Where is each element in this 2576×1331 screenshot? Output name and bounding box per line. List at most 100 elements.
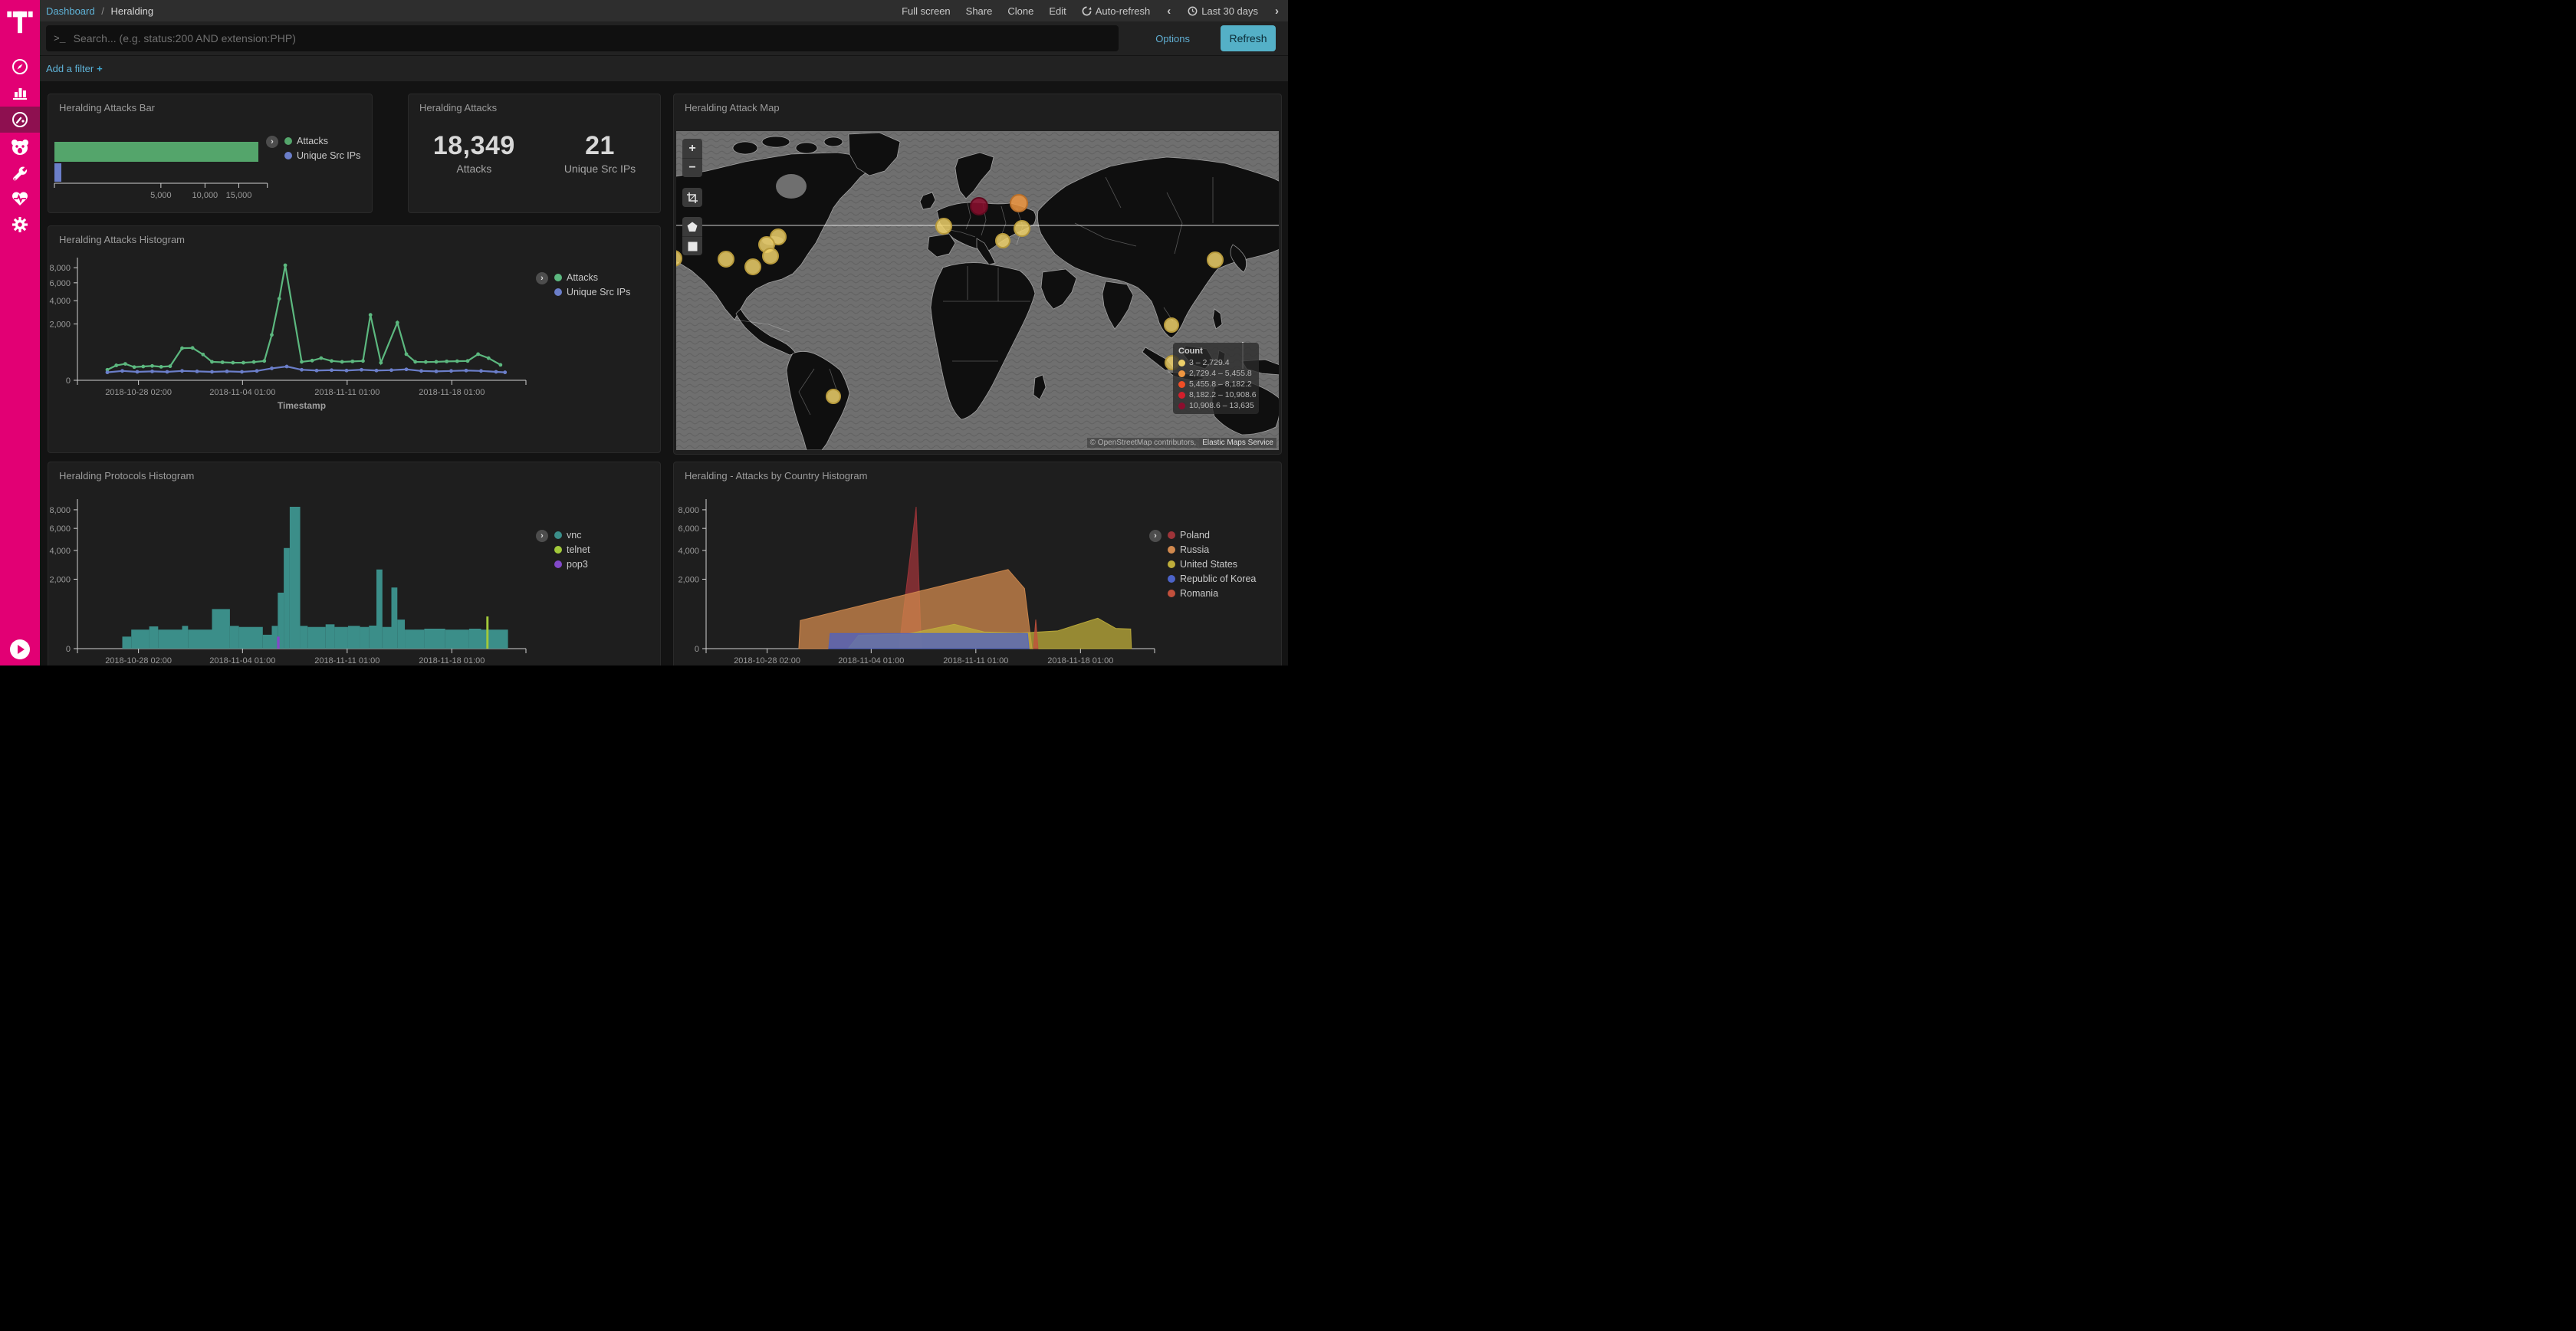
sidebar-item-discover[interactable] [0, 54, 40, 80]
sidebar-item-devtools[interactable] [0, 161, 40, 187]
map-dot[interactable] [1010, 195, 1027, 212]
options-link[interactable]: Options [1155, 33, 1190, 44]
sidebar [0, 0, 40, 666]
legend-item[interactable]: Unique Src IPs [284, 150, 360, 161]
data-point [169, 364, 172, 368]
data-point [180, 369, 184, 373]
map-dot[interactable] [1014, 221, 1030, 236]
data-point [166, 370, 169, 374]
polygon-icon [687, 222, 698, 232]
bar-vnc [392, 587, 398, 649]
edit-button[interactable]: Edit [1049, 5, 1066, 17]
data-point [479, 369, 483, 373]
map-legend-range: 2,729.4 – 5,455.8 [1189, 369, 1252, 378]
map-island [796, 143, 817, 153]
bar-vnc [376, 570, 383, 649]
time-forward-button[interactable]: › [1273, 5, 1280, 18]
map-dot[interactable] [996, 234, 1010, 248]
map-zoom-out-button[interactable]: − [682, 158, 702, 177]
legend-item[interactable]: vnc [554, 530, 590, 541]
legend-toggle-icon[interactable]: › [536, 272, 548, 284]
metric-attacks: 18,349 Attacks [433, 131, 515, 175]
legend-item[interactable]: Unique Src IPs [554, 287, 630, 297]
legend-label: Unique Src IPs [567, 287, 630, 297]
world-map[interactable]: + − [676, 131, 1279, 450]
data-point [487, 357, 491, 360]
legend-toggle-icon[interactable]: › [536, 530, 548, 542]
sidebar-item-honeypot[interactable] [0, 134, 40, 160]
data-point [210, 370, 214, 374]
refresh-button[interactable]: Refresh [1221, 25, 1276, 51]
search-input[interactable] [74, 32, 1112, 44]
legend-item[interactable]: Poland [1168, 530, 1256, 541]
data-point [210, 360, 214, 364]
map-legend-dot [1178, 360, 1185, 366]
legend-toggle-icon[interactable]: › [266, 136, 278, 148]
attacks-histogram-chart: 02,0004,0006,0008,0002018-10-28 02:00201… [48, 226, 662, 454]
data-point [360, 368, 363, 372]
clone-button[interactable]: Clone [1007, 5, 1033, 17]
map-dot[interactable] [971, 198, 987, 215]
breadcrumb-dashboard-link[interactable]: Dashboard [46, 5, 95, 17]
map-legend-range: 3 – 2,729.4 [1189, 358, 1230, 367]
legend-item[interactable]: telnet [554, 544, 590, 555]
map-dot[interactable] [763, 248, 778, 264]
map-draw-polygon-button[interactable] [682, 217, 702, 236]
map-draw-rectangle-button[interactable] [682, 236, 702, 255]
map-zoom-in-button[interactable]: + [682, 139, 702, 158]
y-tick-label: 8,000 [678, 506, 699, 515]
map-dot[interactable] [1165, 318, 1178, 332]
data-point [310, 359, 314, 363]
time-range-picker[interactable]: Last 30 days [1188, 5, 1258, 17]
sidebar-item-dashboard[interactable] [0, 107, 40, 133]
add-filter-button[interactable]: Add a filter+ [46, 63, 103, 74]
sidebar-item-monitoring[interactable] [0, 186, 40, 212]
elastic-maps-attribution[interactable]: Elastic Maps Service [1199, 438, 1276, 448]
map-dot[interactable] [718, 251, 734, 267]
legend-label: Republic of Korea [1180, 573, 1256, 584]
auto-refresh-button[interactable]: Auto-refresh [1082, 5, 1151, 17]
legend-color-dot [1168, 546, 1175, 554]
data-point [340, 360, 344, 364]
data-point [498, 363, 502, 366]
legend-item[interactable]: Romania [1168, 588, 1256, 599]
map-dot[interactable] [1208, 252, 1223, 268]
bar-vnc [424, 629, 445, 649]
bar-pop3 [277, 636, 279, 649]
map-legend-dot [1178, 381, 1185, 388]
map-dot[interactable] [936, 219, 951, 234]
fullscreen-button[interactable]: Full screen [902, 5, 951, 17]
map-dot[interactable] [745, 259, 761, 274]
map-dot[interactable] [826, 389, 840, 403]
legend-item[interactable]: United States [1168, 559, 1256, 570]
data-point [465, 369, 468, 373]
map-legend-range: 5,455.8 – 8,182.2 [1189, 380, 1252, 389]
telekom-logo[interactable] [0, 5, 40, 40]
bar-vnc [212, 609, 230, 649]
y-tick-label: 4,000 [678, 547, 699, 556]
x-tick-label: 2018-11-04 01:00 [209, 388, 275, 397]
legend-item[interactable]: Attacks [284, 136, 360, 146]
x-tick-label: 2018-11-18 01:00 [1047, 656, 1113, 666]
data-point [285, 365, 289, 369]
legend-item[interactable]: Russia [1168, 544, 1256, 555]
legend-toggle-icon[interactable]: › [1149, 530, 1162, 542]
sidebar-expand-button[interactable] [10, 639, 30, 659]
share-button[interactable]: Share [966, 5, 993, 17]
map-legend-range: 10,908.6 – 13,635 [1189, 401, 1254, 410]
panel-title: Heralding Protocols Histogram [59, 470, 194, 481]
legend-color-dot [1168, 575, 1175, 583]
data-point [252, 360, 256, 364]
bar-chart-icon [12, 84, 28, 101]
sidebar-item-management[interactable] [0, 212, 40, 238]
sidebar-item-visualize[interactable] [0, 80, 40, 106]
legend-item[interactable]: Attacks [554, 272, 630, 283]
time-back-button[interactable]: ‹ [1165, 5, 1172, 18]
legend-item[interactable]: pop3 [554, 559, 590, 570]
osm-attribution[interactable]: © OpenStreetMap contributors, [1087, 438, 1200, 448]
terminal-prompt-icon: >_ [54, 33, 66, 44]
legend-item[interactable]: Republic of Korea [1168, 573, 1256, 584]
map-crop-button[interactable] [682, 188, 702, 207]
bar-vnc [397, 619, 405, 649]
data-point [419, 369, 423, 373]
